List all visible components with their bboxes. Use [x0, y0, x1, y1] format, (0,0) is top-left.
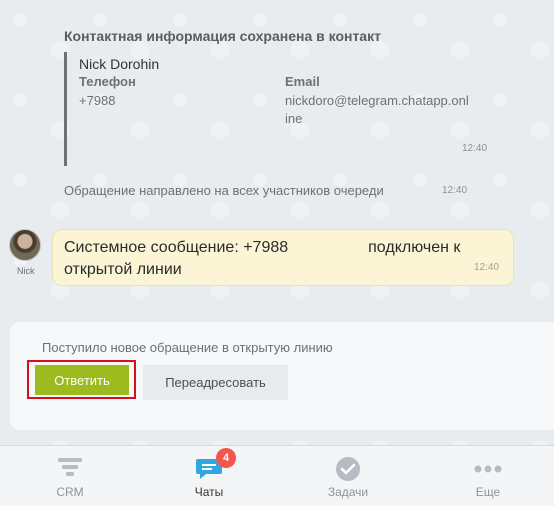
bottom-tab-bar: CRM 4 Чаты Задачи Еще	[0, 445, 554, 506]
avatar[interactable]	[9, 229, 41, 261]
crm-icon	[57, 456, 83, 485]
tab-crm[interactable]: CRM	[25, 446, 115, 506]
chats-badge: 4	[216, 448, 236, 468]
system-note: Обращение направлено на всех участников …	[64, 183, 384, 198]
chat-area[interactable]: Контактная информация сохранена в контак…	[0, 0, 554, 445]
contact-name: Nick Dorohin	[79, 56, 160, 72]
more-icon	[473, 456, 503, 487]
message-text-part1: Системное сообщение: +7988	[64, 239, 289, 256]
phone-label: Телефон	[79, 74, 136, 89]
tab-crm-label: CRM	[56, 485, 84, 499]
phone-value[interactable]: +7988	[79, 92, 116, 110]
contact-info-title: Контактная информация сохранена в контак…	[64, 28, 381, 44]
email-label: Email	[285, 74, 320, 89]
contact-card: Nick Dorohin Телефон +7988 Email nickdor…	[64, 52, 504, 166]
system-note-time: 12:40	[442, 185, 468, 196]
forward-button[interactable]: Переадресовать	[143, 365, 288, 400]
tab-tasks-label: Задачи	[327, 485, 369, 499]
avatar-name: Nick	[17, 266, 35, 276]
tab-tasks[interactable]: Задачи	[303, 446, 393, 506]
answer-button[interactable]: Ответить	[35, 365, 129, 395]
tab-chats-label: Чаты	[194, 485, 224, 499]
new-request-panel: Поступило новое обращение в открытую лин…	[10, 322, 554, 430]
check-icon	[335, 456, 361, 487]
email-value-line2: ine	[285, 111, 303, 126]
tab-more-label: Еще	[475, 485, 501, 499]
email-value-line1: nickdoro@telegram.chatapp.onl	[285, 93, 469, 108]
contact-info-message: Контактная информация сохранена в контак…	[64, 28, 504, 166]
message-bubble[interactable]: Системное сообщение: +7988 подключен к от…	[52, 229, 514, 286]
tab-chats[interactable]: 4 Чаты	[164, 446, 254, 506]
email-value[interactable]: nickdoro@telegram.chatapp.onl ine	[285, 92, 469, 128]
contact-time: 12:40	[462, 143, 488, 154]
message-text: Системное сообщение: +7988 подключен к от…	[64, 237, 504, 281]
message-time: 12:40	[473, 262, 499, 273]
new-request-caption: Поступило новое обращение в открытую лин…	[42, 340, 333, 355]
tab-more[interactable]: Еще	[443, 446, 533, 506]
